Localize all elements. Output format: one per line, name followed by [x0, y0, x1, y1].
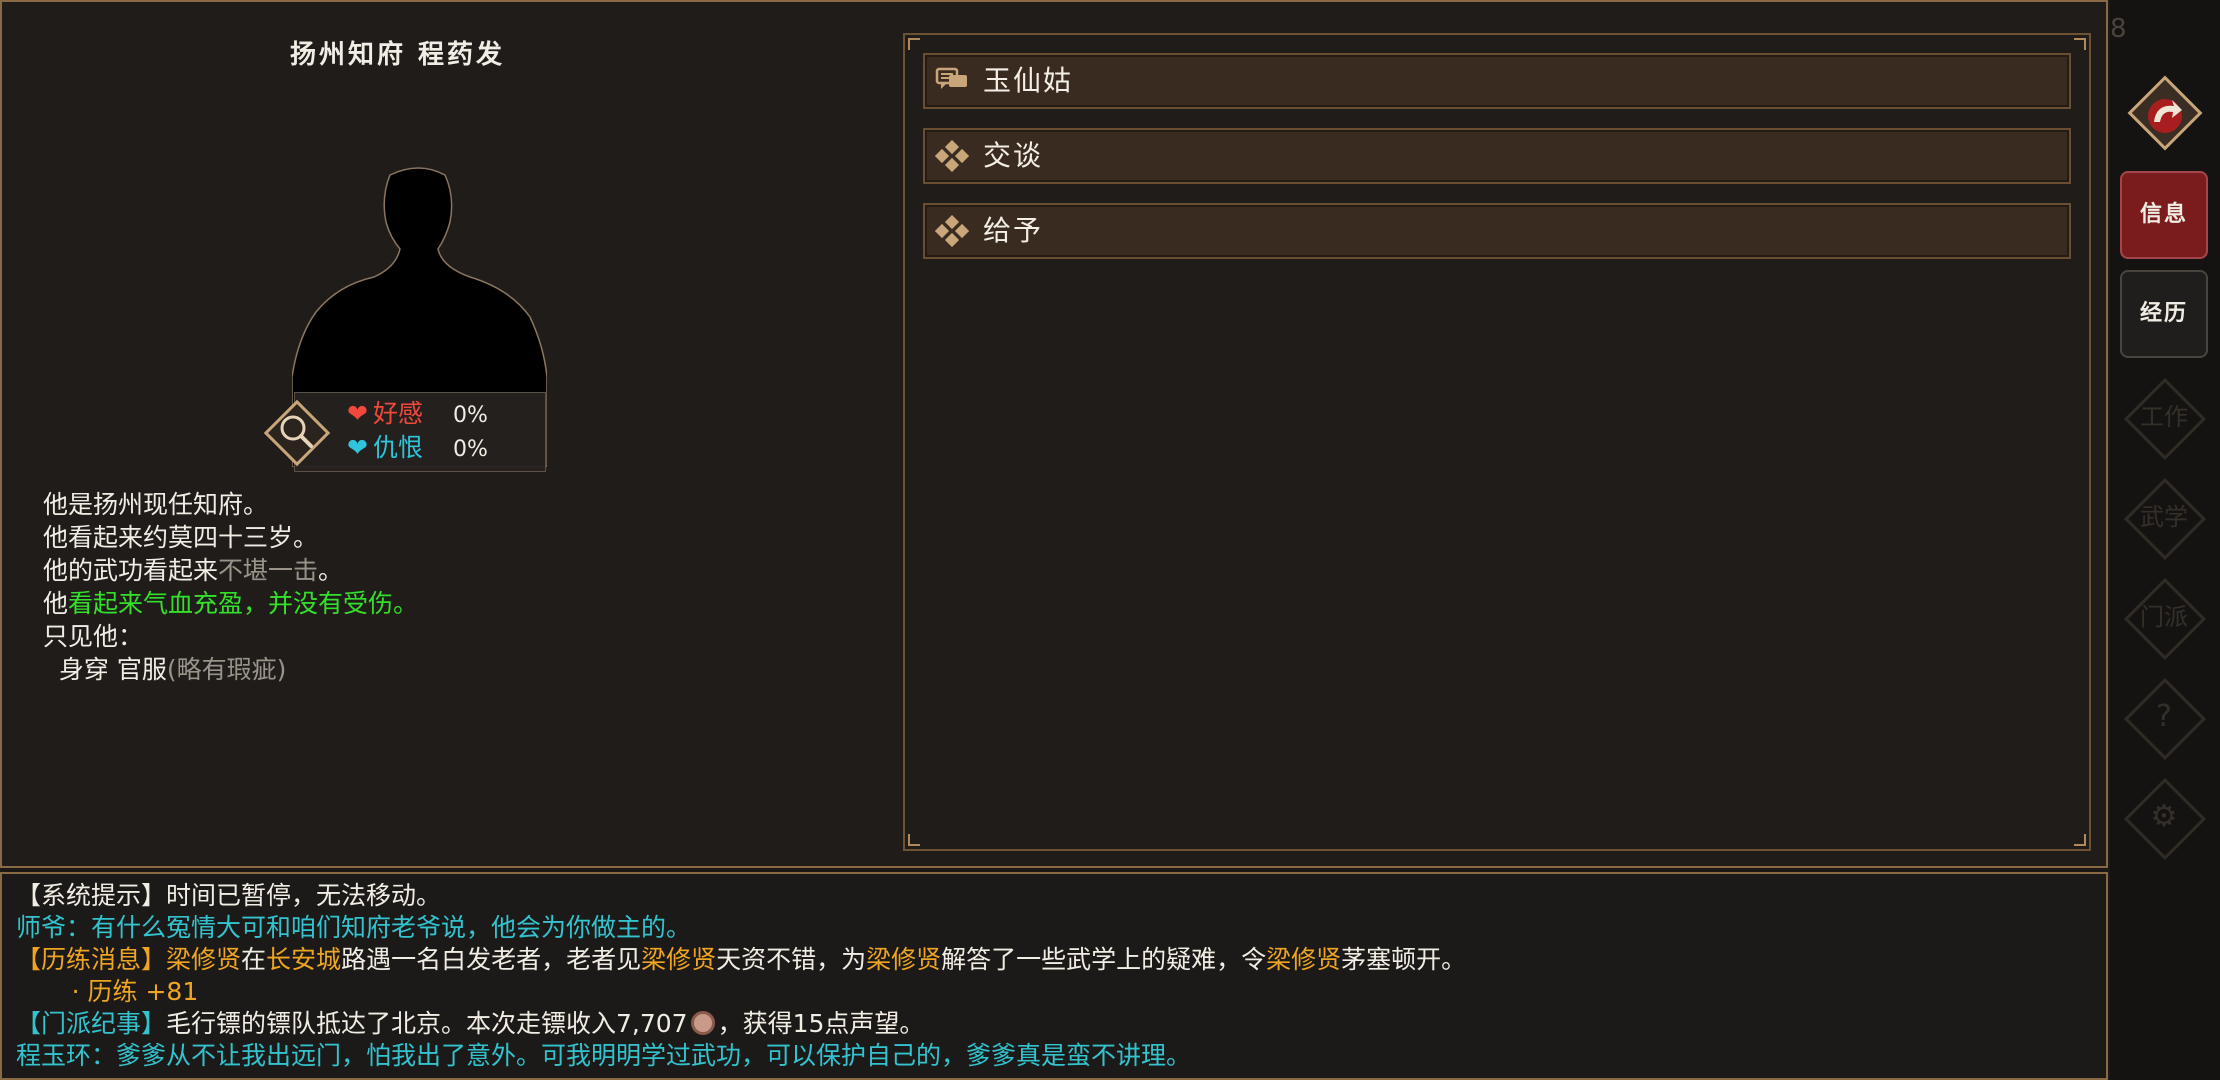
hate-label: 仇恨	[373, 433, 424, 462]
settings-gear-icon[interactable]: ⚙	[2123, 777, 2207, 861]
tab-experience[interactable]: 经历	[2120, 270, 2208, 358]
sidebar-number: 8	[2110, 14, 2127, 44]
log-text: 天资不错，为	[716, 945, 867, 974]
log-line-1: 【系统提示】时间已暂停，无法移动。	[16, 880, 441, 912]
help-icon[interactable]: ?	[2123, 677, 2207, 761]
tab-sect-label: 门派	[2140, 603, 2188, 631]
diamond-icon	[935, 140, 969, 172]
log-tag-system: 【系统提示】	[16, 881, 167, 910]
tab-work-label: 工作	[2140, 403, 2188, 431]
right-sidebar: 8 信息 经历 工作 武学 门派 ? ⚙	[2110, 0, 2220, 1080]
log-text: 时间已暂停，无法移动。	[166, 881, 442, 910]
log-text: 毛行镖的镖队抵达了北京。本次走镖收入7,707	[166, 1009, 688, 1038]
favor-label: 好感	[373, 399, 424, 428]
favor-heart-icon: ❤	[347, 399, 368, 428]
tab-martial[interactable]: 武学	[2123, 477, 2207, 561]
tab-sect[interactable]: 门派	[2123, 577, 2207, 661]
character-description: 他是扬州现任知府。 他看起来约莫四十三岁。 他的武功看起来不堪一击。 他看起来气…	[43, 488, 418, 686]
diamond-icon	[935, 215, 969, 247]
desc-line-3-suffix: 。	[318, 556, 344, 585]
tab-info[interactable]: 信息	[2120, 171, 2208, 259]
log-line-5: 【门派纪事】毛行镖的镖队抵达了北京。本次走镖收入7,707 ，获得15点声望。	[16, 1008, 924, 1040]
log-text: ，获得15点声望。	[717, 1009, 925, 1038]
log-text: 解答了一些武学上的疑难，令	[941, 945, 1267, 974]
tab-work[interactable]: 工作	[2123, 377, 2207, 461]
desc-line-1: 他是扬州现任知府。	[43, 490, 269, 519]
martial-level: 不堪一击	[218, 556, 319, 585]
log-line-4: · 历练 +81	[16, 977, 199, 1006]
hate-heart-icon: ❤	[347, 433, 368, 462]
log-person: 梁修贤	[866, 945, 942, 974]
settings-glyph: ⚙	[2150, 799, 2178, 834]
log-text: 路遇一名白发老者，老者见	[341, 945, 642, 974]
option-label: 给予	[983, 214, 1044, 247]
desc-line-3: 他的武功看起来不堪一击。	[43, 554, 418, 587]
message-log: 【系统提示】时间已暂停，无法移动。 师爷：有什么冤情大可和咱们知府老爷说，他会为…	[0, 872, 2108, 1080]
log-tag-training: 【历练消息】	[16, 945, 167, 974]
option-talk[interactable]: 交谈	[923, 128, 2071, 184]
desc-line-4-prefix: 他	[43, 589, 69, 618]
log-tag-sect: 【门派纪事】	[16, 1009, 167, 1038]
help-glyph: ?	[2156, 699, 2172, 734]
favor-row: ❤ 好感 0%	[347, 397, 488, 431]
log-line-2: 师爷：有什么冤情大可和咱们知府老爷说，他会为你做主的。	[16, 913, 692, 942]
option-label: 交谈	[983, 139, 1044, 172]
option-give[interactable]: 给予	[923, 203, 2071, 259]
desc-line-5: 只见他：	[43, 622, 144, 651]
inspect-magnifier-icon[interactable]	[258, 394, 336, 472]
log-person: 梁修贤	[166, 945, 242, 974]
log-text: 茅塞顿开。	[1341, 945, 1467, 974]
speech-icon	[935, 67, 967, 89]
desc-line-4: 他看起来气血充盈，并没有受伤。	[43, 587, 418, 620]
character-panel: 扬州知府 程药发 ❤ 好感 0% ❤ 仇恨 0% 他是扬州现任知府。 他看起来约莫四十三…	[0, 0, 2108, 868]
character-title: 扬州知府 程药发	[290, 40, 506, 70]
tab-martial-label: 武学	[2140, 503, 2188, 531]
hate-value: 0%	[453, 437, 488, 462]
log-line-3: 【历练消息】梁修贤在长安城路遇一名白发老者，老者见梁修贤天资不错，为梁修贤解答了…	[16, 944, 1466, 976]
equipment-condition: (略有瑕疵)	[166, 655, 287, 684]
desc-line-2: 他看起来约莫四十三岁。	[43, 523, 319, 552]
log-person: 梁修贤	[1266, 945, 1342, 974]
desc-line-6: 身穿 官服(略有瑕疵)	[43, 653, 418, 686]
desc-line-3-prefix: 他的武功看起来	[43, 556, 219, 585]
coin-icon	[690, 1011, 715, 1035]
hate-row: ❤ 仇恨 0%	[347, 431, 488, 465]
equipment-text: 身穿 官服	[43, 655, 167, 684]
log-text: 在	[241, 945, 267, 974]
health-status: 看起来气血充盈，并没有受伤。	[68, 589, 419, 618]
log-line-6: 程玉环：爹爹从不让我出远门，怕我出了意外。可我明明学过武功，可以保护自己的，爹爹…	[16, 1041, 1192, 1070]
option-label: 玉仙姑	[983, 64, 1074, 97]
log-person: 梁修贤	[641, 945, 717, 974]
option-yuxiangu[interactable]: 玉仙姑	[923, 53, 2071, 109]
favor-value: 0%	[453, 403, 488, 428]
return-arrow-icon[interactable]	[2122, 70, 2208, 156]
log-place: 长安城	[266, 945, 342, 974]
